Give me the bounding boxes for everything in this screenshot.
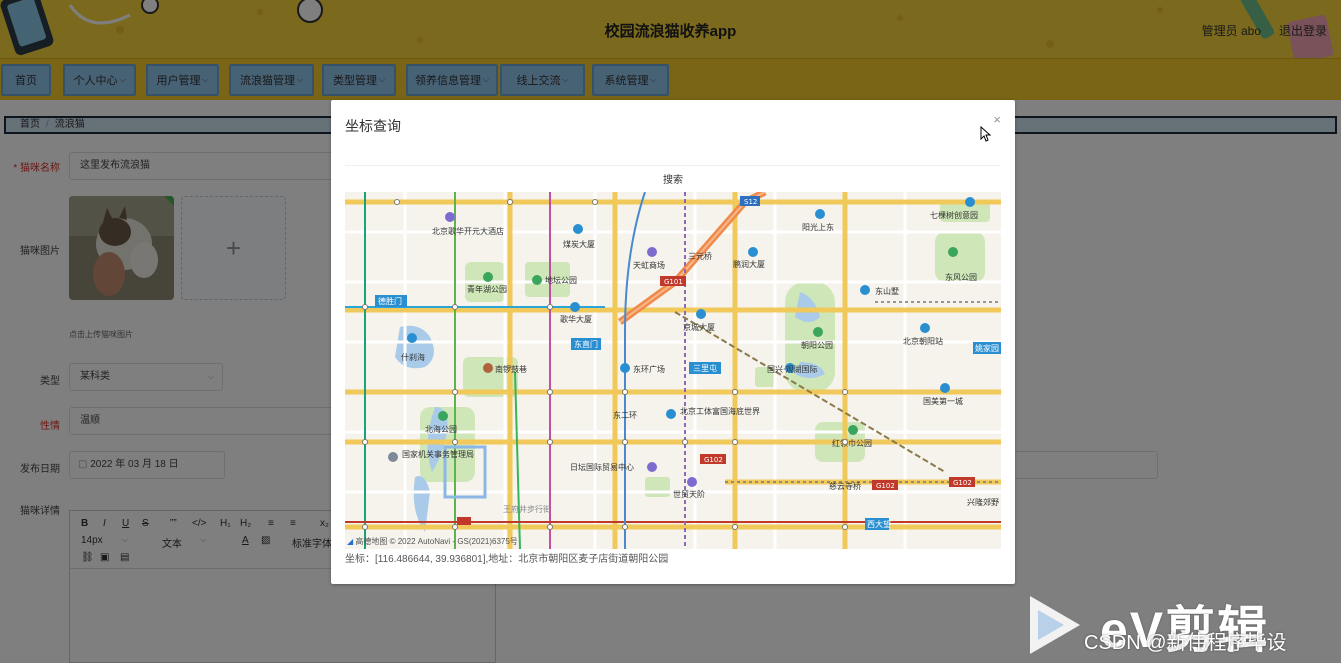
svg-text:京城大厦: 京城大厦 xyxy=(683,322,715,332)
map-view[interactable]: 北京歌华开元大酒店 煤炭大厦 天虹商场 三元桥 鹏润大厦 阳光上东 七棵树创意园… xyxy=(345,192,1001,549)
svg-text:阳光上东: 阳光上东 xyxy=(802,222,834,232)
amap-logo-icon: ◢ xyxy=(347,537,354,546)
svg-text:地坛公园: 地坛公园 xyxy=(545,275,577,285)
svg-text:朝阳公园: 朝阳公园 xyxy=(801,341,833,350)
svg-text:G102: G102 xyxy=(953,479,972,487)
svg-text:兴隆郊野: 兴隆郊野 xyxy=(967,497,999,507)
svg-text:鹏润大厦: 鹏润大厦 xyxy=(733,259,765,269)
svg-text:七棵树创意园: 七棵树创意园 xyxy=(930,210,978,220)
svg-text:G101: G101 xyxy=(664,278,683,286)
svg-text:东风公园: 东风公园 xyxy=(945,272,977,282)
svg-text:姚家园: 姚家园 xyxy=(975,343,999,353)
dialog-title: 坐标查询 xyxy=(345,118,401,134)
svg-text:歌华大厦: 歌华大厦 xyxy=(560,314,592,324)
map-canvas: 北京歌华开元大酒店 煤炭大厦 天虹商场 三元桥 鹏润大厦 阳光上东 七棵树创意园… xyxy=(345,192,1001,549)
tiananmen-marker xyxy=(457,517,471,525)
svg-text:西大望: 西大望 xyxy=(867,519,891,529)
svg-text:东二环: 东二环 xyxy=(613,410,637,420)
svg-text:东直门: 东直门 xyxy=(574,339,598,349)
svg-text:国美第一城: 国美第一城 xyxy=(923,396,963,406)
search-button[interactable]: 搜索 xyxy=(345,165,1001,191)
svg-text:北京朝阳站: 北京朝阳站 xyxy=(903,336,943,346)
svg-text:世贸天阶: 世贸天阶 xyxy=(673,489,705,499)
svg-text:王府井步行街: 王府井步行街 xyxy=(503,504,551,514)
svg-text:南锣鼓巷: 南锣鼓巷 xyxy=(495,364,527,374)
svg-text:德胜门: 德胜门 xyxy=(378,296,402,306)
svg-text:国家机关事务管理局: 国家机关事务管理局 xyxy=(402,449,474,459)
svg-text:国兴·观湖国际: 国兴·观湖国际 xyxy=(767,365,818,374)
map-attribution: ◢ 高德地图 © 2022 AutoNavi - GS(2021)6375号 xyxy=(347,537,518,546)
coordinate-dialog: 坐标查询 × 搜索 北京歌华开元大酒店 煤炭大厦 天虹商场 三元桥 鹏润大厦 阳… xyxy=(331,100,1015,584)
svg-text:红领巾公园: 红领巾公园 xyxy=(832,438,872,448)
svg-text:天虹商场: 天虹商场 xyxy=(633,260,665,270)
svg-text:S12: S12 xyxy=(744,198,757,206)
mouse-cursor-icon xyxy=(980,126,992,142)
svg-text:什刹海: 什刹海 xyxy=(401,352,425,362)
watermark-csdn: CSDN @新伟程序毕设 xyxy=(1084,632,1287,654)
svg-text:煤炭大厦: 煤炭大厦 xyxy=(563,239,595,249)
svg-text:三元桥: 三元桥 xyxy=(688,251,712,261)
svg-text:北京工体富国海底世界: 北京工体富国海底世界 xyxy=(680,406,760,416)
coordinate-result: 坐标：[116.486644, 39.936801],地址：北京市朝阳区麦子店街… xyxy=(345,554,669,565)
svg-text:东山墅: 东山墅 xyxy=(875,286,899,296)
svg-text:东环广场: 东环广场 xyxy=(633,364,665,374)
svg-text:青年湖公园: 青年湖公园 xyxy=(467,284,507,294)
svg-text:G102: G102 xyxy=(876,482,895,490)
play-logo-icon xyxy=(1030,596,1080,654)
svg-text:慈云寺桥: 慈云寺桥 xyxy=(829,481,861,491)
svg-text:G102: G102 xyxy=(704,456,723,464)
svg-text:北京歌华开元大酒店: 北京歌华开元大酒店 xyxy=(432,226,504,236)
svg-text:北海公园: 北海公园 xyxy=(425,424,457,434)
svg-text:三里屯: 三里屯 xyxy=(693,363,717,373)
close-icon[interactable]: × xyxy=(993,112,1001,127)
svg-text:日坛国际贸易中心: 日坛国际贸易中心 xyxy=(570,462,634,472)
video-watermark: eV剪辑 CSDN @新伟程序毕设 xyxy=(1020,588,1340,663)
